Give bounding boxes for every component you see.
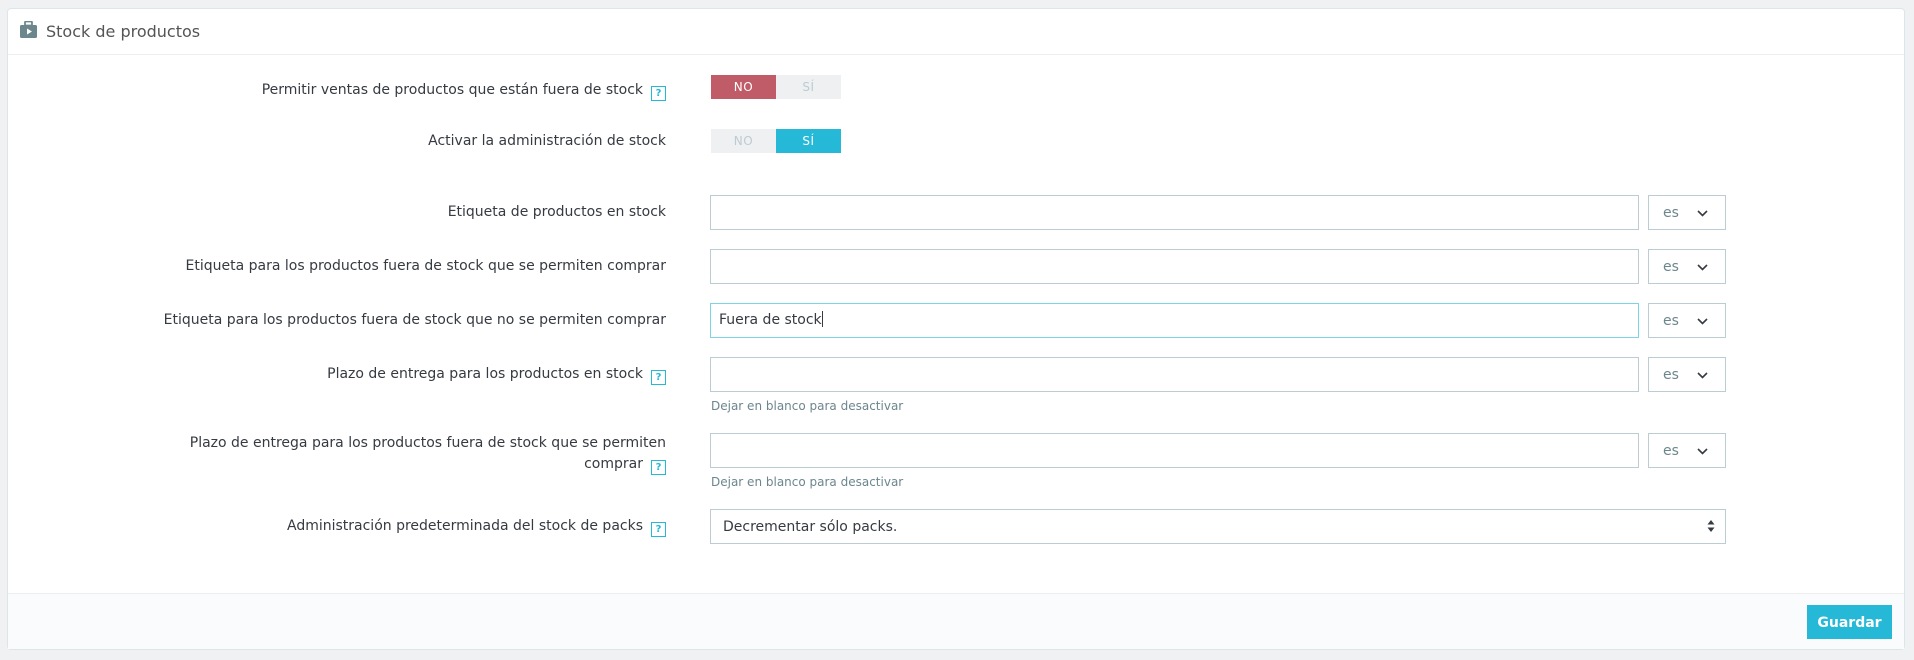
input-delivery-in-stock[interactable] — [710, 357, 1639, 392]
lang-select[interactable]: es — [1648, 195, 1726, 230]
switch-stock-management[interactable]: NO SÍ — [711, 129, 841, 153]
label-label-oos-denied: Etiqueta para los productos fuera de sto… — [163, 312, 666, 328]
label-stock-management: Activar la administración de stock — [428, 133, 666, 149]
label-delivery-in-stock: Plazo de entrega para los productos en s… — [327, 364, 666, 385]
panel-footer: Guardar — [8, 593, 1904, 649]
text-caret — [821, 311, 823, 327]
label-delivery-oos: Plazo de entrega para los productos fuer… — [189, 435, 666, 475]
chevron-down-icon — [1697, 443, 1708, 459]
label-label-in-stock: Etiqueta de productos en stock — [447, 204, 666, 220]
switch-option-no[interactable]: NO — [711, 129, 776, 153]
label-label-oos-allowed: Etiqueta para los productos fuera de sto… — [185, 258, 667, 274]
help-icon[interactable]: ? — [651, 370, 666, 385]
input-label-oos-allowed[interactable] — [710, 249, 1639, 284]
input-label-in-stock[interactable] — [710, 195, 1639, 230]
input-label-oos-denied[interactable]: Fuera de stock — [710, 303, 1639, 338]
switch-option-yes[interactable]: SÍ — [776, 75, 841, 99]
switch-option-no[interactable]: NO — [711, 75, 776, 99]
select-pack-stock[interactable]: Decrementar sólo packs. — [710, 509, 1726, 544]
chevron-down-icon — [1697, 259, 1708, 275]
switch-option-yes[interactable]: SÍ — [776, 129, 841, 153]
panel-title: Stock de productos — [46, 22, 201, 41]
lang-select[interactable]: es — [1648, 357, 1726, 392]
select-arrows-icon — [1707, 519, 1715, 537]
hint-text: Dejar en blanco para desactivar — [711, 399, 904, 413]
chevron-down-icon — [1697, 205, 1708, 221]
panel-heading: Stock de productos — [8, 9, 1904, 55]
save-button[interactable]: Guardar — [1807, 605, 1892, 639]
briefcase-icon — [20, 20, 37, 42]
help-icon[interactable]: ? — [651, 86, 666, 101]
lang-select[interactable]: es — [1648, 303, 1726, 338]
hint-text: Dejar en blanco para desactivar — [711, 475, 904, 489]
chevron-down-icon — [1697, 313, 1708, 329]
lang-select[interactable]: es — [1648, 249, 1726, 284]
switch-allow-oos-sales[interactable]: NO SÍ — [711, 75, 841, 99]
label-pack-stock: Administración predeterminada del stock … — [287, 516, 666, 537]
lang-select[interactable]: es — [1648, 433, 1726, 468]
help-icon[interactable]: ? — [651, 522, 666, 537]
chevron-down-icon — [1697, 367, 1708, 383]
stock-panel: Stock de productos Permitir ventas de pr… — [7, 8, 1905, 650]
help-icon[interactable]: ? — [651, 460, 666, 475]
label-allow-oos-sales: Permitir ventas de productos que están f… — [262, 80, 666, 101]
input-delivery-oos[interactable] — [710, 433, 1639, 468]
